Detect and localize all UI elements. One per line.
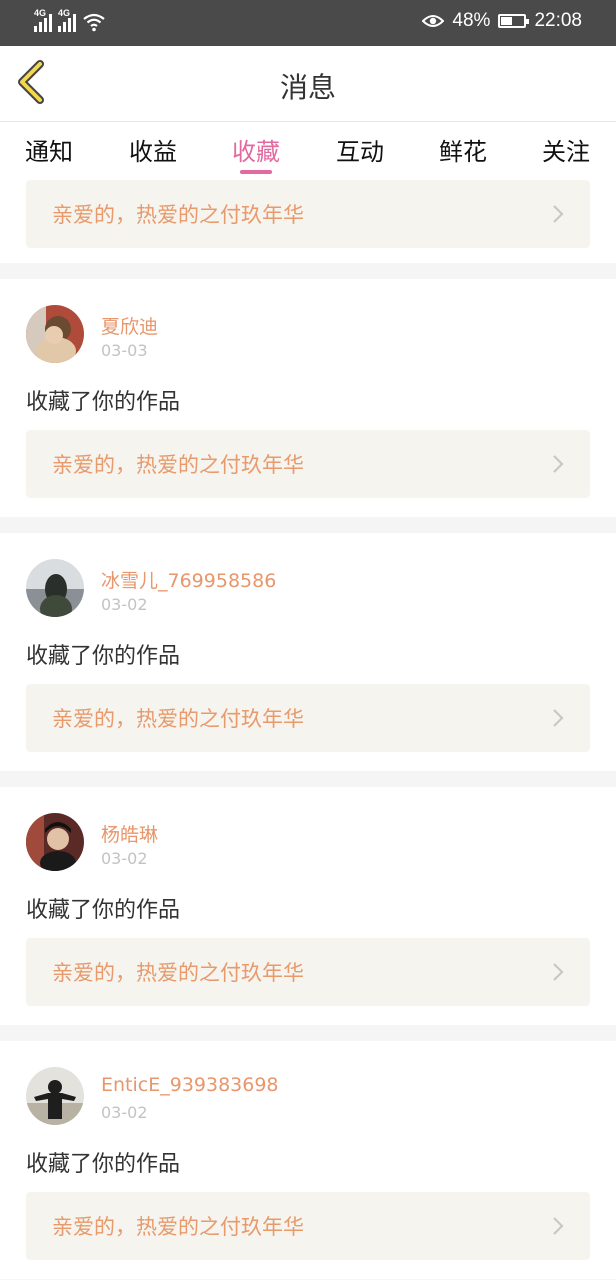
status-right: 48% 22:08 [422, 10, 582, 32]
avatar[interactable] [26, 559, 84, 617]
divider [0, 263, 616, 279]
action-text: 收藏了你的作品 [26, 898, 181, 923]
avatar[interactable] [26, 813, 84, 871]
timestamp: 03-03 [101, 341, 148, 360]
work-link[interactable]: 亲爱的，热爱的之付玖年华 [26, 180, 590, 248]
divider [0, 1025, 616, 1041]
username[interactable]: 夏欣迪 [101, 312, 158, 339]
clock: 22:08 [534, 10, 582, 31]
user-row[interactable]: 杨皓琳 03-02 [0, 787, 616, 885]
work-title: 亲爱的，热爱的之付玖年华 [52, 961, 304, 985]
battery-icon [498, 14, 530, 28]
tab-earnings[interactable]: 收益 [129, 132, 177, 167]
active-tab-indicator [240, 170, 272, 174]
battery-percent: 48% [452, 10, 491, 31]
timestamp: 03-02 [101, 1103, 148, 1122]
header: 消息 [0, 46, 616, 122]
work-link[interactable]: 亲爱的，热爱的之付玖年华 [26, 1192, 590, 1260]
tab-bar: 通知 收益 收藏 互动 鲜花 关注 [0, 122, 616, 180]
tab-interactions[interactable]: 互动 [336, 132, 384, 167]
tab-notifications[interactable]: 通知 [25, 132, 73, 167]
timestamp: 03-02 [101, 595, 148, 614]
work-title: 亲爱的，热爱的之付玖年华 [52, 203, 304, 227]
divider [0, 517, 616, 533]
tab-following[interactable]: 关注 [542, 132, 590, 167]
action-text: 收藏了你的作品 [26, 644, 181, 669]
list-item: 夏欣迪 03-03 收藏了你的作品 亲爱的，热爱的之付玖年华 [0, 279, 616, 517]
chevron-right-icon [553, 963, 564, 981]
divider [0, 771, 616, 787]
work-link[interactable]: 亲爱的，热爱的之付玖年华 [26, 684, 590, 752]
work-link[interactable]: 亲爱的，热爱的之付玖年华 [26, 938, 590, 1006]
network-type-label: 4G [58, 8, 71, 18]
list-item: EnticE_939383698 03-02 收藏了你的作品 亲爱的，热爱的之付… [0, 1041, 616, 1279]
tab-favorites[interactable]: 收藏 [232, 132, 280, 167]
chevron-right-icon [553, 1217, 564, 1235]
avatar[interactable] [26, 305, 84, 363]
wifi-icon [83, 13, 105, 32]
action-text: 收藏了你的作品 [26, 1152, 181, 1177]
chevron-right-icon [553, 455, 564, 473]
message-feed: 亲爱的，热爱的之付玖年华 夏欣迪 03-03 收藏了你的作品 亲爱的，热爱的之付… [0, 180, 616, 1279]
signal-icon: 4G [58, 8, 76, 32]
list-item: 杨皓琳 03-02 收藏了你的作品 亲爱的，热爱的之付玖年华 [0, 787, 616, 1025]
status-left: 4G 4G [34, 8, 106, 32]
status-bar: 4G 4G 48% 22:08 [0, 0, 616, 46]
user-row[interactable]: 冰雪儿_769958586 03-02 [0, 533, 616, 631]
user-row[interactable]: EnticE_939383698 03-02 [0, 1041, 616, 1139]
chevron-right-icon [553, 205, 564, 223]
avatar[interactable] [26, 1067, 84, 1125]
page-title: 消息 [279, 71, 336, 104]
work-title: 亲爱的，热爱的之付玖年华 [52, 1215, 304, 1239]
list-item: 亲爱的，热爱的之付玖年华 [0, 180, 616, 263]
work-link[interactable]: 亲爱的，热爱的之付玖年华 [26, 430, 590, 498]
network-type-label: 4G [34, 8, 47, 18]
tab-flowers[interactable]: 鲜花 [439, 132, 487, 167]
timestamp: 03-02 [101, 849, 148, 868]
username[interactable]: 杨皓琳 [101, 820, 158, 847]
user-row[interactable]: 夏欣迪 03-03 [0, 279, 616, 377]
signal-icon: 4G [34, 8, 52, 32]
action-text: 收藏了你的作品 [26, 390, 181, 415]
list-item: 冰雪儿_769958586 03-02 收藏了你的作品 亲爱的，热爱的之付玖年华 [0, 533, 616, 771]
work-title: 亲爱的，热爱的之付玖年华 [52, 707, 304, 731]
chevron-right-icon [553, 709, 564, 727]
username[interactable]: 冰雪儿_769958586 [101, 566, 276, 593]
username[interactable]: EnticE_939383698 [101, 1074, 279, 1096]
work-title: 亲爱的，热爱的之付玖年华 [52, 453, 304, 477]
eye-icon [422, 15, 445, 27]
